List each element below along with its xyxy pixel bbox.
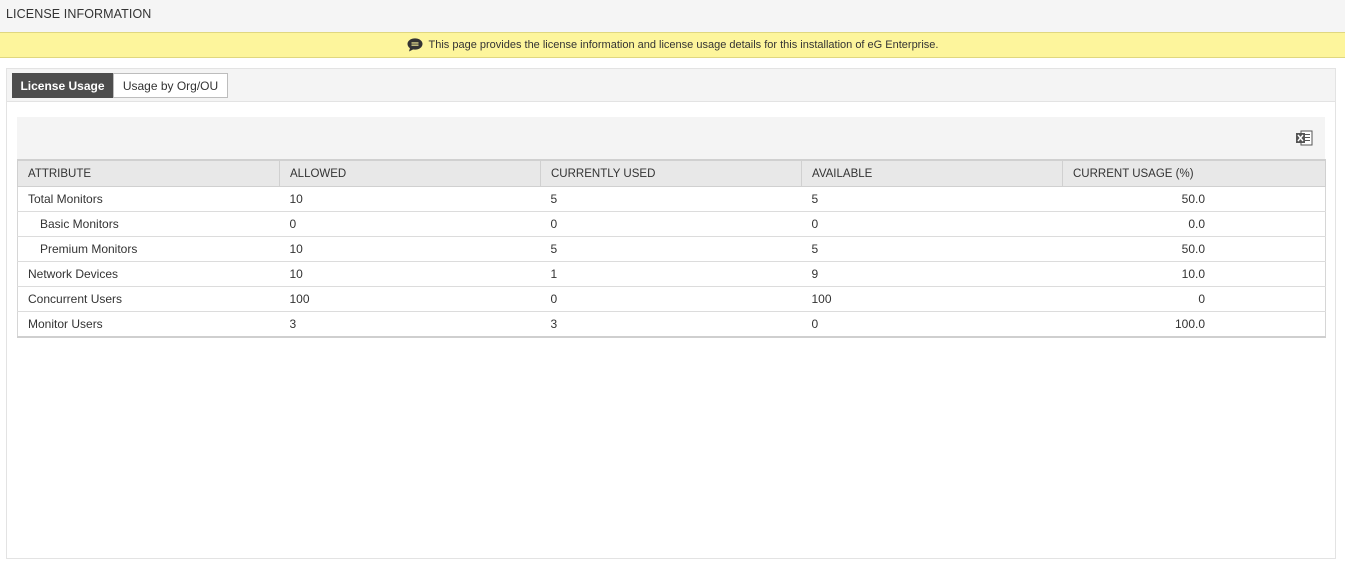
cell-attribute: Monitor Users xyxy=(17,311,280,337)
column-header-current-usage[interactable]: CURRENT USAGE (%) xyxy=(1062,159,1326,187)
cell-current-usage: 10.0 xyxy=(1062,261,1326,287)
cell-attribute: Network Devices xyxy=(17,261,280,287)
table-header-row: ATTRIBUTE ALLOWED CURRENTLY USED AVAILAB… xyxy=(17,159,1326,187)
cell-current-usage: 100.0 xyxy=(1062,311,1326,337)
table-row: Basic Monitors 0 0 0 0.0 xyxy=(17,211,1326,237)
speech-bubble-icon xyxy=(407,38,423,52)
column-header-allowed[interactable]: ALLOWED xyxy=(279,159,541,187)
cell-available: 5 xyxy=(801,186,1063,212)
cell-currently-used: 1 xyxy=(540,261,802,287)
table-row: Network Devices 10 1 9 10.0 xyxy=(17,261,1326,287)
license-panel: License Usage Usage by Org/OU ATTRIBUTE … xyxy=(6,68,1336,559)
page-header: LICENSE INFORMATION xyxy=(0,0,1345,32)
cell-available: 5 xyxy=(801,236,1063,262)
cell-currently-used: 0 xyxy=(540,211,802,237)
cell-attribute: Basic Monitors xyxy=(17,211,280,237)
cell-current-usage: 0 xyxy=(1062,286,1326,312)
cell-currently-used: 5 xyxy=(540,186,802,212)
cell-currently-used: 3 xyxy=(540,311,802,337)
tab-usage-by-org-ou[interactable]: Usage by Org/OU xyxy=(113,73,228,98)
info-banner: This page provides the license informati… xyxy=(0,32,1345,58)
table-toolbar xyxy=(17,117,1325,159)
tab-bar: License Usage Usage by Org/OU xyxy=(7,69,1335,102)
table-row: Concurrent Users 100 0 100 0 xyxy=(17,286,1326,312)
cell-current-usage: 0.0 xyxy=(1062,211,1326,237)
cell-attribute: Concurrent Users xyxy=(17,286,280,312)
cell-attribute: Total Monitors xyxy=(17,186,280,212)
table-row: Premium Monitors 10 5 5 50.0 xyxy=(17,236,1326,262)
cell-allowed: 3 xyxy=(279,311,541,337)
cell-allowed: 10 xyxy=(279,186,541,212)
excel-export-icon[interactable] xyxy=(1295,129,1313,147)
info-banner-text: This page provides the license informati… xyxy=(428,39,939,51)
cell-allowed: 10 xyxy=(279,261,541,287)
column-header-available[interactable]: AVAILABLE xyxy=(801,159,1063,187)
cell-available: 0 xyxy=(801,311,1063,337)
column-header-currently-used[interactable]: CURRENTLY USED xyxy=(540,159,802,187)
cell-allowed: 0 xyxy=(279,211,541,237)
cell-current-usage: 50.0 xyxy=(1062,236,1326,262)
cell-allowed: 10 xyxy=(279,236,541,262)
license-usage-table: ATTRIBUTE ALLOWED CURRENTLY USED AVAILAB… xyxy=(17,159,1326,338)
table-row: Monitor Users 3 3 0 100.0 xyxy=(17,311,1326,337)
cell-attribute: Premium Monitors xyxy=(17,236,280,262)
cell-allowed: 100 xyxy=(279,286,541,312)
cell-currently-used: 0 xyxy=(540,286,802,312)
table-row: Total Monitors 10 5 5 50.0 xyxy=(17,186,1326,212)
cell-available: 0 xyxy=(801,211,1063,237)
tab-license-usage[interactable]: License Usage xyxy=(12,73,113,98)
cell-current-usage: 50.0 xyxy=(1062,186,1326,212)
column-header-attribute[interactable]: ATTRIBUTE xyxy=(17,159,280,187)
page-title: LICENSE INFORMATION xyxy=(6,7,152,21)
cell-available: 100 xyxy=(801,286,1063,312)
cell-available: 9 xyxy=(801,261,1063,287)
cell-currently-used: 5 xyxy=(540,236,802,262)
